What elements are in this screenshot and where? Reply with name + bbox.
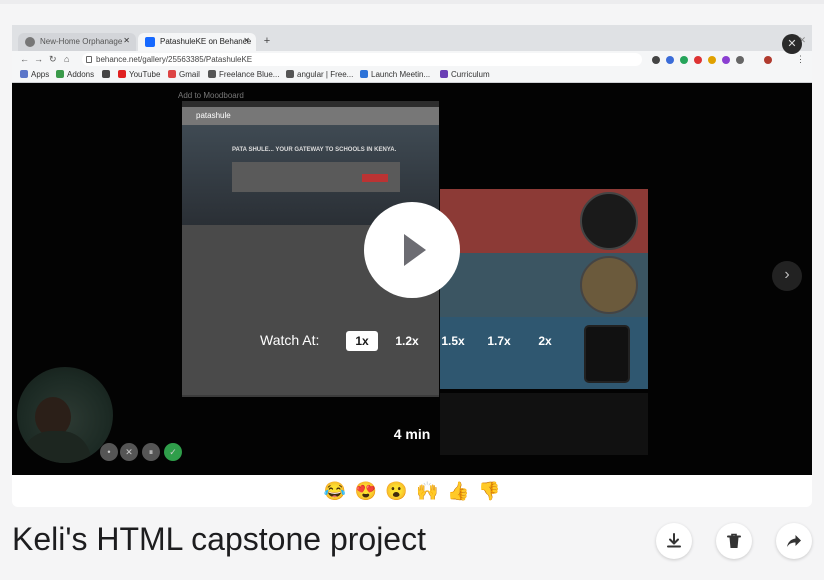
extension-icon xyxy=(722,56,730,64)
recorded-browser-chrome: New-Home Orphanage ✕ PatashuleKE on Beha… xyxy=(12,25,812,83)
reaction-surprised[interactable]: 😮 xyxy=(385,480,407,502)
reaction-heart-eyes[interactable]: 😍 xyxy=(354,480,376,502)
moodboard-label: Add to Moodboard xyxy=(178,91,244,100)
check-icon: ✓ xyxy=(164,443,182,461)
tab-close-icon: ✕ xyxy=(123,36,130,45)
presenter-body xyxy=(21,431,91,463)
play-button[interactable] xyxy=(364,202,460,298)
extension-icon xyxy=(652,56,660,64)
speed-option-1x[interactable]: 1x xyxy=(346,331,378,351)
back-icon: ← xyxy=(20,54,29,64)
bookmark-gmail: Gmail xyxy=(168,70,200,79)
watch-at-label: Watch At: xyxy=(260,332,320,348)
project-preview-right xyxy=(440,189,648,389)
tab-title: PatashuleKE on Behance xyxy=(160,37,252,46)
trash-icon xyxy=(727,533,741,548)
close-icon[interactable]: ✕ xyxy=(782,34,802,54)
top-divider xyxy=(0,0,824,4)
extension-icon xyxy=(666,56,674,64)
duration-label: 4 min xyxy=(393,426,431,442)
extension-icon xyxy=(694,56,702,64)
bookmark-addons: Addons xyxy=(56,70,94,79)
menu-icon: ⋮ xyxy=(796,54,805,64)
tab-title: New-Home Orphanage xyxy=(40,37,123,46)
bookmark-angular: angular | Free... xyxy=(286,70,353,79)
extension-icon xyxy=(708,56,716,64)
forward-icon: → xyxy=(34,54,43,64)
extension-icon xyxy=(680,56,688,64)
reaction-joy[interactable]: 😂 xyxy=(324,480,346,502)
phone-mockup-image xyxy=(584,325,630,383)
tab-favicon-icon xyxy=(25,37,35,47)
reload-icon: ↻ xyxy=(49,54,57,64)
new-tab-icon: + xyxy=(263,35,271,47)
bookmarks-bar: Apps Addons YouTube Gmail Freelance Blue… xyxy=(12,68,812,83)
profile-icon xyxy=(764,56,772,64)
bookmark-youtube: YouTube xyxy=(118,70,160,79)
speed-option-1-5x[interactable]: 1.5x xyxy=(436,331,470,351)
behance-favicon-icon xyxy=(145,37,155,47)
video-player[interactable]: New-Home Orphanage ✕ PatashuleKE on Beha… xyxy=(12,25,812,475)
reaction-thumbs-down[interactable]: 👎 xyxy=(478,480,500,502)
share-icon xyxy=(787,535,801,547)
share-button[interactable] xyxy=(776,523,812,559)
pause-icon: ⏸ xyxy=(142,443,160,461)
speed-option-1-7x[interactable]: 1.7x xyxy=(482,331,516,351)
video-title: Keli's HTML capstone project xyxy=(12,521,426,557)
speed-option-1-2x[interactable]: 1.2x xyxy=(390,331,424,351)
webcam-bubble[interactable] xyxy=(17,367,113,463)
reaction-thumbs-up[interactable]: 👍 xyxy=(447,480,469,502)
browser-tab: New-Home Orphanage ✕ xyxy=(18,33,136,51)
cancel-icon: ✕ xyxy=(120,443,138,461)
download-icon xyxy=(667,533,681,548)
chevron-right-icon[interactable]: › xyxy=(772,261,802,291)
url-bar: behance.net/gallery/25563385/PatashuleKE xyxy=(82,53,642,66)
speed-option-2x[interactable]: 2x xyxy=(532,331,558,351)
lock-icon xyxy=(86,56,92,63)
delete-button[interactable] xyxy=(716,523,752,559)
download-button[interactable] xyxy=(656,523,692,559)
camera-control-icon: • xyxy=(100,443,118,461)
bookmark-curriculum: Curriculum xyxy=(440,70,490,79)
site-logo: patashule xyxy=(196,111,231,120)
folder-icon xyxy=(102,70,113,79)
home-icon: ⌂ xyxy=(64,54,70,64)
extension-icon xyxy=(736,56,744,64)
play-icon xyxy=(404,234,426,266)
url-text: behance.net/gallery/25563385/PatashuleKE xyxy=(96,55,253,64)
site-footer xyxy=(440,393,648,455)
tab-row: New-Home Orphanage ✕ PatashuleKE on Beha… xyxy=(12,31,812,51)
tab-close-icon: ✕ xyxy=(243,36,250,45)
bookmark-freelance: Freelance Blue... xyxy=(208,70,279,79)
reaction-bar: 😂 😍 😮 🙌 👍 👎 xyxy=(12,475,812,507)
hero-text: PATA SHULE... YOUR GATEWAY TO SCHOOLS IN… xyxy=(232,147,397,153)
browser-tab-active: PatashuleKE on Behance ✕ xyxy=(138,33,256,51)
bookmark-apps: Apps xyxy=(20,70,49,79)
map-pins-image xyxy=(580,192,638,250)
school-bus-image xyxy=(580,256,638,314)
bookmark-launch-meeting: Launch Meetin... xyxy=(360,70,430,79)
address-row: ← → ↻ ⌂ behance.net/gallery/25563385/Pat… xyxy=(12,51,812,68)
reaction-raised-hands[interactable]: 🙌 xyxy=(416,480,438,502)
